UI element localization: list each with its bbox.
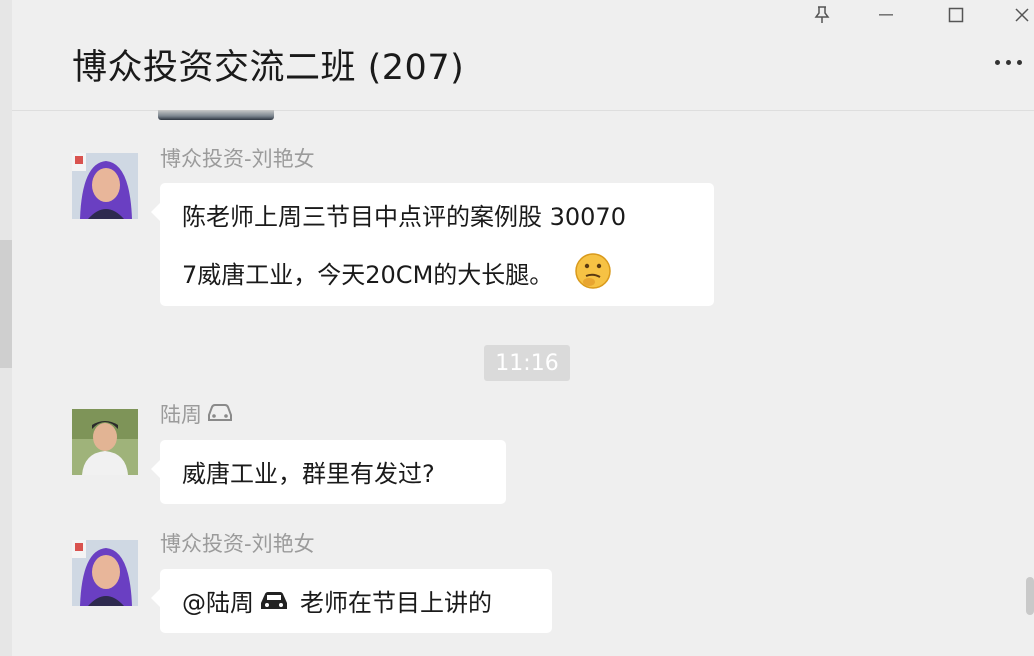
car-icon bbox=[258, 586, 290, 622]
chat-scrollbar[interactable] bbox=[1026, 577, 1034, 615]
message-text-line: @陆周 老师在节目上讲的 bbox=[182, 585, 532, 637]
minimize-icon[interactable] bbox=[872, 2, 900, 28]
left-scrollbar[interactable] bbox=[0, 240, 12, 368]
avatar[interactable] bbox=[72, 153, 138, 219]
more-options-button[interactable] bbox=[995, 60, 1022, 65]
more-dot bbox=[995, 60, 1000, 65]
message-text: 陈老师上周三节目中点评的案例股 30070 bbox=[182, 203, 626, 231]
message-bubble[interactable]: 威唐工业，群里有发过? bbox=[151, 440, 506, 504]
chat-title: 博众投资交流二班 (207) bbox=[72, 48, 465, 88]
message-text-line2: 7威唐工业，今天20CM的大长腿。 bbox=[182, 251, 694, 303]
pin-icon[interactable] bbox=[808, 2, 836, 28]
sender-name-text: 博众投资-刘艳女 bbox=[160, 532, 315, 556]
message-bubble[interactable]: 陈老师上周三节目中点评的案例股 30070 7威唐工业，今天20CM的大长腿。 bbox=[151, 183, 714, 306]
thinking-face-emoji bbox=[573, 251, 613, 301]
timestamp: 11:16 bbox=[484, 345, 570, 381]
message-text: 老师在节目上讲的 bbox=[300, 589, 492, 617]
more-dot bbox=[1006, 60, 1011, 65]
close-icon[interactable] bbox=[1008, 2, 1034, 28]
message-text: 7威唐工业，今天20CM的大长腿。 bbox=[182, 261, 554, 289]
mention-text: @陆周 bbox=[182, 589, 254, 617]
window-controls bbox=[774, 0, 1034, 30]
more-dot bbox=[1017, 60, 1022, 65]
sender-name: 博众投资-刘艳女 bbox=[160, 143, 315, 173]
car-icon bbox=[206, 401, 234, 428]
sender-name: 博众投资-刘艳女 bbox=[160, 528, 315, 558]
message-text: 威唐工业，群里有发过? bbox=[182, 460, 435, 488]
avatar[interactable] bbox=[72, 409, 138, 475]
avatar[interactable] bbox=[72, 540, 138, 606]
previous-image-message[interactable] bbox=[158, 110, 274, 120]
sender-name: 陆周 bbox=[160, 399, 234, 429]
maximize-icon[interactable] bbox=[942, 2, 970, 28]
message-bubble[interactable]: @陆周 老师在节目上讲的 bbox=[151, 569, 552, 633]
sender-name-text: 博众投资-刘艳女 bbox=[160, 147, 315, 171]
sender-name-text: 陆周 bbox=[160, 403, 202, 427]
